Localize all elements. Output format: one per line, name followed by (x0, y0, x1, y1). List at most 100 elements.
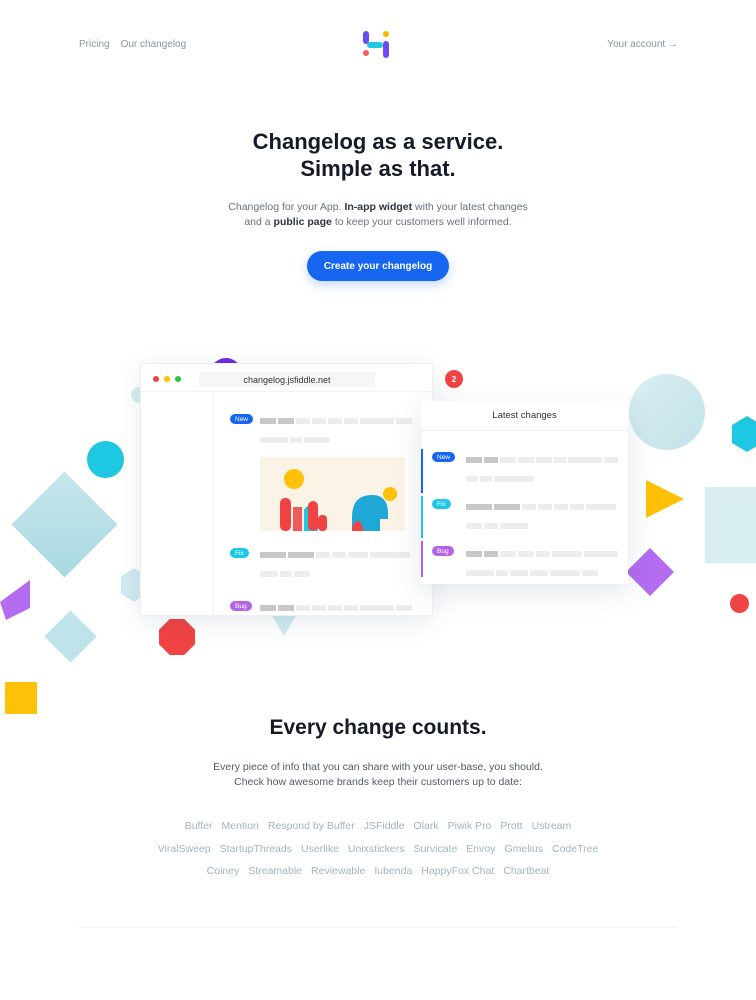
text-placeholder (260, 418, 276, 424)
hero-title: Changelog as a service. Simple as that. (0, 128, 756, 182)
text-placeholder (280, 571, 292, 577)
top-nav: Pricing Our changelog Your account → (0, 0, 756, 90)
maximize-dot-icon (175, 376, 181, 382)
text-placeholder (480, 476, 492, 482)
browser-sidebar (141, 392, 214, 615)
notification-badge[interactable]: 2 (445, 370, 463, 388)
text-placeholder (484, 523, 498, 529)
text-placeholder (466, 570, 494, 576)
text-placeholder (570, 504, 584, 510)
text-placeholder (278, 418, 294, 424)
hero-desc-text: and a (244, 216, 271, 228)
text-placeholder (518, 551, 534, 557)
brand-link-ustream[interactable]: Ustream (532, 820, 572, 832)
brand-link-gmelius[interactable]: Gmelius (504, 843, 543, 855)
large-pale-circle-shape (629, 374, 705, 450)
tag-fix: Fix (230, 548, 249, 558)
brand-link-iubenda[interactable]: Iubenda (374, 865, 412, 877)
text-placeholder (466, 504, 492, 510)
text-placeholder (518, 457, 534, 463)
nav-link-pricing[interactable]: Pricing (79, 39, 110, 50)
text-placeholder (312, 418, 326, 424)
entry-accent-bar (421, 496, 423, 538)
brand-link-piwik-pro[interactable]: Piwik Pro (448, 820, 492, 832)
text-placeholder (466, 476, 478, 482)
widget-title: Latest changes (421, 401, 628, 431)
tag-fix: Fix (432, 499, 451, 509)
hero-desc-text: with your latest changes (415, 201, 528, 213)
brand-link-mention[interactable]: Mention (222, 820, 259, 832)
entry-accent-bar (421, 541, 423, 577)
hero-desc-text: to keep your customers well informed. (334, 216, 512, 228)
text-placeholder (360, 418, 394, 424)
entry-accent-bar (421, 449, 423, 493)
text-placeholder (554, 457, 566, 463)
text-placeholder (500, 457, 516, 463)
brand-link-chartbeat[interactable]: Chartbeat (503, 865, 549, 877)
teal-diamond-shape (11, 471, 118, 578)
text-placeholder (296, 418, 310, 424)
text-placeholder (344, 418, 358, 424)
red-circle-shape (730, 594, 749, 613)
text-placeholder (494, 476, 534, 482)
brand-link-coiney[interactable]: Coiney (207, 865, 240, 877)
text-placeholder (370, 552, 410, 558)
brand-link-streamable[interactable]: Streamable (248, 865, 302, 877)
brand-link-startupthreads[interactable]: StartupThreads (220, 843, 292, 855)
brands-section: Every change counts. Every piece of info… (0, 716, 756, 790)
brand-list: Buffer Mention Respond by Buffer JSFiddl… (0, 815, 756, 883)
browser-mockup: changelog.jsfiddle.net New Fix Bug (140, 363, 433, 616)
create-changelog-button[interactable]: Create your changelog (307, 251, 449, 281)
text-placeholder (312, 605, 326, 611)
hero: Changelog as a service. Simple as that. … (0, 128, 756, 230)
pale-triangle-shape (272, 616, 296, 636)
section-title: Every change counts. (269, 716, 487, 739)
text-placeholder (604, 457, 618, 463)
small-teal-diamond-shape (44, 610, 97, 663)
pale-square-shape (705, 487, 756, 563)
footer-divider (79, 927, 677, 928)
text-placeholder (288, 552, 314, 558)
brand-link-olark[interactable]: Olark (414, 820, 439, 832)
brand-link-reviewable[interactable]: Reviewable (311, 865, 365, 877)
brand-link-codetree[interactable]: CodeTree (552, 843, 598, 855)
text-placeholder (530, 570, 548, 576)
text-placeholder (260, 552, 286, 558)
headway-logo-icon[interactable] (363, 31, 391, 59)
brand-link-viralsweep[interactable]: ViralSweep (158, 843, 211, 855)
brand-link-envoy[interactable]: Envoy (466, 843, 495, 855)
text-placeholder (304, 437, 330, 443)
text-placeholder (396, 418, 412, 424)
brand-row: Coiney Streamable Reviewable Iubenda Hap… (0, 860, 756, 883)
text-placeholder (348, 552, 368, 558)
text-placeholder (496, 570, 508, 576)
brand-link-happyfox-chat[interactable]: HappyFox Chat (421, 865, 494, 877)
tag-new: New (230, 414, 254, 424)
text-placeholder (260, 571, 278, 577)
hero-desc-bold: In-app widget (344, 201, 413, 213)
brand-link-buffer[interactable]: Buffer (185, 820, 213, 832)
text-placeholder (396, 605, 412, 611)
nav-link-changelog[interactable]: Our changelog (121, 39, 187, 50)
brand-link-respond-by-buffer[interactable]: Respond by Buffer (268, 820, 355, 832)
brand-link-unixstickers[interactable]: Unixstickers (348, 843, 405, 855)
section-desc-line: Check how awesome brands keep their cust… (234, 776, 522, 788)
text-placeholder (554, 504, 568, 510)
brand-row: Buffer Mention Respond by Buffer JSFiddl… (0, 815, 756, 838)
close-dot-icon (153, 376, 159, 382)
brand-link-survicate[interactable]: Survicate (414, 843, 458, 855)
text-placeholder (316, 552, 330, 558)
brand-link-jsfiddle[interactable]: JSFiddle (364, 820, 405, 832)
nav-links: Pricing Our changelog (79, 39, 186, 50)
text-placeholder (522, 504, 536, 510)
text-placeholder (344, 605, 358, 611)
text-placeholder (278, 605, 294, 611)
city-illustration-image (260, 457, 405, 531)
your-account-link[interactable]: Your account → (607, 39, 678, 50)
brand-link-userlike[interactable]: Userlike (301, 843, 339, 855)
section-description: Every piece of info that you can share w… (0, 760, 756, 790)
brand-link-prott[interactable]: Prott (500, 820, 522, 832)
red-octagon-shape (159, 619, 195, 655)
hero-illustration: changelog.jsfiddle.net New Fix Bug 2 Lat… (0, 330, 756, 730)
text-placeholder (466, 551, 482, 557)
